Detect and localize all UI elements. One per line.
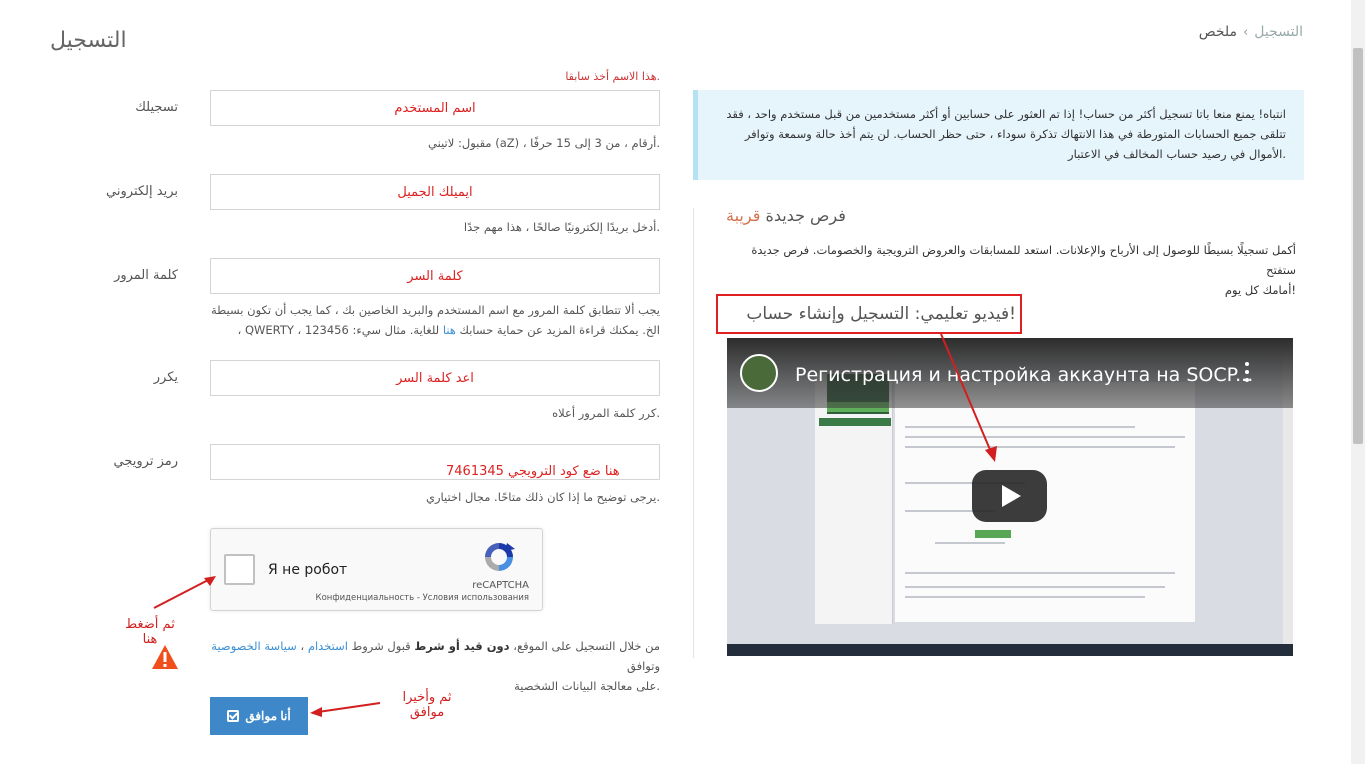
email-label: بريد إلكتروني [106,184,178,199]
annotation-click-here: ثم أضغط هنا [125,617,175,647]
password-hint: يجب ألا تتطابق كلمة المرور مع اسم المستخ… [210,301,660,340]
email-input[interactable]: ايميلك الجميل [210,174,660,210]
opportunities-title-accent: قريبة [726,206,761,225]
promo-code-label: رمز ترويجي [113,454,178,469]
video-title[interactable]: Регистрация и настройка аккаунта на SOCP… [795,364,1253,386]
password-input[interactable]: كلمة السر [210,258,660,294]
notice-line: .الأموال في رصيد حساب المخالف في الاعتبا… [1068,147,1286,162]
video-frame-sidebar-active [819,418,891,426]
password-hint-line1: يجب ألا تتطابق كلمة المرور مع اسم المستخ… [210,303,660,317]
checkbox-icon [227,710,240,722]
password-hint-text-a: الخ. يمكنك قراءة المزيد عن حماية حسابك [459,322,660,337]
consent-text-part: من خلال التسجيل على الموقع، [513,639,660,653]
consent-unconditional: دون قيد أو شرط [414,639,510,653]
username-label: تسجيلك [135,100,178,115]
breadcrumb-current: ملخص [1198,24,1238,40]
password-hint-text-b: للغاية. مثال سيء: QWERTY ، 123456 ، [237,322,440,337]
recaptcha-checkbox[interactable] [224,554,255,585]
consent-text-part: وتوافق [627,659,660,674]
password-help-link[interactable]: هنا [443,323,456,337]
warning-icon [152,645,178,669]
annotation-arrow-captcha [153,576,216,609]
recaptcha-label: Я не робот [268,562,348,578]
consent-text: من خلال التسجيل على الموقع، دون قيد أو ش… [210,636,660,696]
recaptcha-logo-icon [485,543,515,571]
submit-label: أنا موافق [245,709,291,723]
username-error: .هذا الاسم أخذ سابقا [565,70,660,83]
notice-line: انتباه! يمنع منعا باتا تسجيل أكثر من حسا… [726,107,1286,121]
consent-line1: من خلال التسجيل على الموقع، دون قيد أو ش… [210,636,660,676]
repeat-password-input[interactable]: اعد كلمة السر [210,360,660,396]
channel-avatar[interactable] [740,354,778,392]
play-icon [1002,485,1021,507]
breadcrumb-separator: ‹ [1243,24,1249,40]
notice-line: تتلقى جميع الحسابات المتورطة في هذا الان… [744,127,1286,142]
username-hint: .أرقام ، من 3 إلى 15 حرفًا ، (aZ) مقبول:… [428,136,660,150]
recaptcha-widget: Я не робот reCAPTCHA Конфиденциальность … [210,528,543,611]
warning-notice: انتباه! يمنع منعا باتا تسجيل أكثر من حسا… [693,90,1304,180]
opportunities-text: أكمل تسجيلًا بسيطًا للوصول إلى الأرباح و… [726,240,1296,300]
recaptcha-links[interactable]: Конфиденциальность - Условия использован… [301,593,529,603]
promo-code-input[interactable]: هنا ضع كود الترويجي 7461345 [210,444,660,480]
repeat-password-hint: .كرر كلمة المرور أعلاه [552,406,660,420]
consent-separator: ، [300,639,305,653]
opportunities-title-text: فرص جديدة [765,206,846,225]
video-frame-taskbar [727,644,1293,656]
video-heading: !فيديو تعليمي: التسجيل وإنشاء حساب [746,304,1016,324]
breadcrumb: ملخص ‹ التسجيل [1199,24,1303,40]
consent-text-part: قبول شروط [351,639,411,653]
privacy-policy-link[interactable]: سياسة الخصوصية [211,639,297,653]
more-options-icon[interactable] [1244,362,1250,384]
breadcrumb-link-registration[interactable]: التسجيل [1254,24,1303,40]
play-button[interactable] [972,470,1047,522]
annotation-arrow-video [940,333,997,462]
opportunities-title: فرص جديدة قريبة [726,206,859,225]
annotation-finally-agree: ثم وأخيرا موافق [402,690,452,720]
column-divider [693,208,694,658]
email-hint: .أدخل بريدًا إلكترونيًا صالحًا ، هذا مهم… [463,220,660,234]
page-scrollbar-thumb[interactable] [1353,48,1363,444]
page-title: التسجيل [50,28,127,53]
recaptcha-brand: reCAPTCHA [472,580,529,591]
video-player[interactable]: Регистрация и настройка аккаунта на SOCP… [727,338,1293,656]
username-input[interactable]: اسم المستخدم [210,90,660,126]
password-label: كلمة المرور [114,268,178,283]
warning-notice-text: انتباه! يمنع منعا باتا تسجيل أكثر من حسا… [708,104,1286,164]
password-hint-line2: الخ. يمكنك قراءة المزيد عن حماية حسابك ه… [210,321,660,341]
promo-code-hint: .يرجى توضيح ما إذا كان ذلك متاحًا. مجال … [425,490,660,504]
agree-submit-button[interactable]: أنا موافق [210,697,308,735]
terms-of-use-link[interactable]: استخدام [308,639,348,653]
annotation-arrow-submit [310,702,381,717]
repeat-password-label: يكرر [153,370,178,385]
opportunities-line: أكمل تسجيلًا بسيطًا للوصول إلى الأرباح و… [751,243,1296,278]
